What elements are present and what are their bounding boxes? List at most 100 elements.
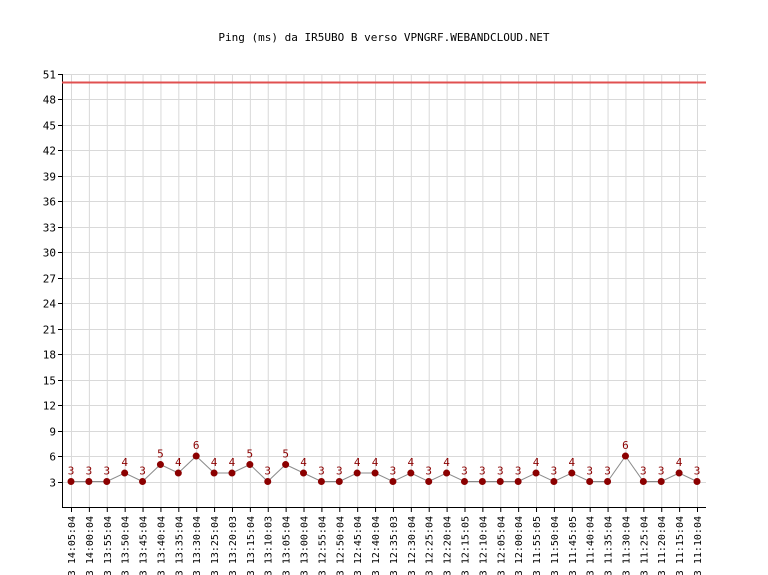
data-point (514, 478, 522, 486)
data-label: 4 (443, 456, 450, 469)
x-tick-label: 23 12:50:04 (335, 516, 346, 575)
data-point (675, 469, 683, 477)
data-point (460, 478, 468, 486)
x-tick-label: 23 13:20:03 (228, 516, 239, 575)
data-point (174, 469, 182, 477)
y-tick-label: 3 (49, 477, 56, 490)
data-label: 3 (586, 465, 593, 478)
data-point (192, 452, 200, 460)
data-label: 3 (86, 465, 93, 478)
y-tick-label: 48 (43, 94, 56, 107)
grid (62, 74, 706, 507)
data-labels: 3 3 3435464 453543 34 434343 3 3 34343 363 343 (68, 439, 701, 477)
y-tick-label: 12 (43, 400, 56, 413)
y-tick-label: 6 (49, 451, 56, 464)
x-tick-label: 23 11:45:05 (568, 516, 579, 575)
data-label: 3 (336, 465, 343, 478)
data-point (210, 469, 218, 477)
data-point (550, 478, 558, 486)
data-point (693, 478, 701, 486)
x-tick-label: 23 13:15:04 (246, 516, 257, 575)
data-point (264, 478, 272, 486)
x-tick-label: 23 12:45:04 (353, 516, 364, 575)
x-tick-label: 23 13:05:04 (282, 516, 293, 575)
x-tick-label: 23 12:05:04 (496, 516, 507, 575)
data-label: 4 (175, 456, 182, 469)
data-label: 3 (264, 465, 271, 478)
data-label: 3 (68, 465, 75, 478)
data-point (121, 469, 129, 477)
data-point (246, 461, 254, 469)
data-label: 3 (658, 465, 665, 478)
data-point (621, 452, 629, 460)
x-tick-label: 23 13:30:04 (192, 516, 203, 575)
data-label: 3 (390, 465, 397, 478)
data-point (657, 478, 665, 486)
data-label: 5 (247, 448, 254, 461)
data-label: 3 (497, 465, 504, 478)
data-label: 3 (604, 465, 611, 478)
x-tick-label: 23 11:30:04 (622, 516, 633, 575)
x-tick-label: 23 13:25:04 (210, 516, 221, 575)
y-tick-label: 18 (43, 349, 56, 362)
x-tick-label: 23 13:10:03 (264, 516, 275, 575)
data-point (532, 469, 540, 477)
y-tick-label: 21 (43, 324, 56, 337)
x-tick-label: 23 11:55:05 (532, 516, 543, 575)
data-label: 4 (354, 456, 361, 469)
data-label: 3 (318, 465, 325, 478)
x-tick-labels: 23 14:05:04 23 14:00:04 23 13:55:04 23 13:5… (67, 516, 704, 575)
y-tick-label: 24 (43, 298, 57, 311)
y-tick-label: 9 (49, 426, 56, 439)
x-tick-label: 23 11:40:04 (586, 516, 597, 575)
data-point (586, 478, 594, 486)
data-label: 4 (229, 456, 236, 469)
data-point (371, 469, 379, 477)
data-label: 5 (282, 448, 289, 461)
series-line-group (71, 455, 698, 483)
x-tick-label: 23 11:15:04 (675, 516, 686, 575)
data-point (335, 478, 343, 486)
x-tick-label: 23 12:35:03 (389, 516, 400, 575)
ping-chart: Ping (ms) da IR5UBO B verso VPNGRF.WEBAN… (43, 31, 706, 575)
y-tick-label: 39 (43, 171, 56, 184)
data-label: 3 (461, 465, 468, 478)
y-tick-label: 15 (43, 375, 56, 388)
data-point (496, 478, 504, 486)
data-label: 3 (515, 465, 522, 478)
data-label: 3 (139, 465, 146, 478)
y-tick-label: 51 (43, 69, 56, 82)
y-tick-label: 30 (43, 247, 56, 260)
x-tick-label: 23 12:00:04 (514, 516, 525, 575)
data-label: 3 (479, 465, 486, 478)
axes (58, 74, 706, 512)
x-tick-label: 23 11:50:04 (550, 516, 561, 575)
data-point (228, 469, 236, 477)
data-point (639, 478, 647, 486)
data-label: 4 (533, 456, 540, 469)
x-tick-label: 23 13:35:04 (174, 516, 185, 575)
data-point (478, 478, 486, 486)
data-point (425, 478, 433, 486)
data-point (389, 478, 397, 486)
x-tick-label: 23 11:20:04 (657, 516, 668, 575)
y-tick-labels: 3691215182124273033363942454851 (43, 69, 57, 490)
x-tick-label: 23 12:15:05 (461, 516, 472, 575)
data-label: 3 (694, 465, 701, 478)
data-point (407, 469, 415, 477)
x-tick-label: 23 12:20:04 (443, 516, 454, 575)
y-tick-label: 42 (43, 145, 56, 158)
x-tick-label: 23 12:55:04 (317, 516, 328, 575)
x-tick-label: 23 12:30:04 (407, 516, 418, 575)
x-tick-label: 23 13:40:04 (156, 516, 167, 575)
x-tick-label: 23 13:50:04 (121, 516, 132, 575)
data-label: 3 (103, 465, 110, 478)
data-label: 3 (640, 465, 647, 478)
x-tick-label: 23 12:10:04 (478, 516, 489, 575)
x-tick-label: 23 14:00:04 (85, 516, 96, 575)
data-label: 3 (425, 465, 432, 478)
data-label: 5 (157, 448, 164, 461)
data-point (282, 461, 290, 469)
data-label: 4 (121, 456, 128, 469)
y-tick-label: 45 (43, 120, 56, 133)
